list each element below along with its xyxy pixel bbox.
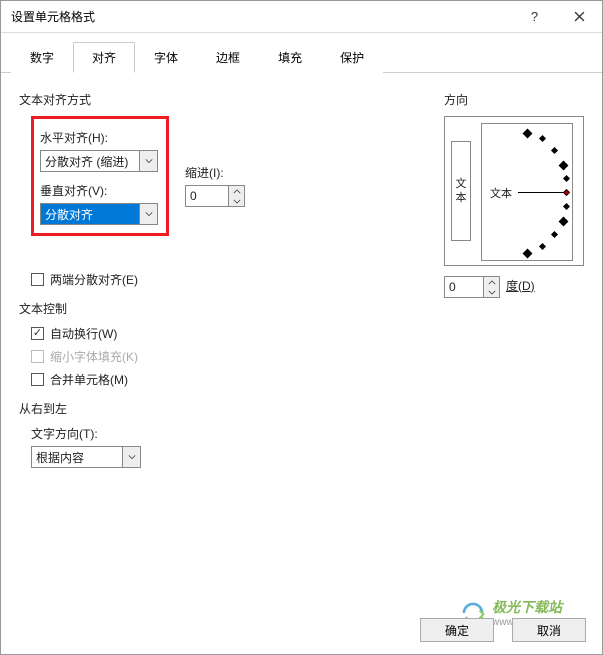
help-button[interactable]: ? — [512, 2, 557, 32]
checkbox-label: 缩小字体填充(K) — [50, 348, 138, 365]
orientation-dot — [523, 249, 533, 259]
orientation-dot — [539, 243, 546, 250]
group-text-align: 文本对齐方式 — [19, 91, 424, 108]
orientation-text-label: 文本 — [490, 185, 512, 201]
orientation-dot — [523, 129, 533, 139]
checkbox-wrap[interactable]: 自动换行(W) — [31, 325, 424, 342]
tab-protect[interactable]: 保护 — [321, 42, 383, 73]
checkbox-shrink: 缩小字体填充(K) — [31, 348, 424, 365]
orientation-dot — [563, 175, 570, 182]
combo-v-align-value: 分散对齐 — [41, 204, 139, 224]
label-indent: 缩进(I): — [185, 164, 245, 181]
tab-border[interactable]: 边框 — [197, 42, 259, 73]
combo-text-direction[interactable]: 根据内容 — [31, 446, 141, 468]
orientation-dot — [551, 231, 558, 238]
spinner-indent-value: 0 — [186, 186, 228, 206]
group-text-control: 文本控制 — [19, 300, 424, 317]
tab-number[interactable]: 数字 — [11, 42, 73, 73]
window-title: 设置单元格格式 — [11, 8, 512, 25]
spinner-down-icon[interactable] — [484, 287, 499, 297]
combo-h-align[interactable]: 分散对齐 (缩进) — [40, 150, 158, 172]
spinner-up-icon[interactable] — [229, 186, 244, 196]
tab-alignment[interactable]: 对齐 — [73, 42, 135, 73]
orientation-dot — [559, 161, 569, 171]
watermark-text: 极光下载站 — [492, 597, 562, 617]
spinner-indent[interactable]: 0 — [185, 185, 245, 207]
orientation-dot — [539, 135, 546, 142]
label-text-direction: 文字方向(T): — [31, 425, 424, 442]
tab-font[interactable]: 字体 — [135, 42, 197, 73]
orientation-vertical-text[interactable]: 文 本 — [451, 141, 471, 241]
combo-text-direction-value: 根据内容 — [32, 447, 122, 467]
close-icon — [574, 11, 585, 22]
checkbox-label: 合并单元格(M) — [50, 371, 128, 388]
chevron-down-icon[interactable] — [139, 151, 157, 171]
orientation-dot — [563, 203, 570, 210]
group-orientation: 方向 — [444, 91, 584, 108]
cancel-button[interactable]: 取消 — [512, 618, 586, 642]
spinner-down-icon[interactable] — [229, 196, 244, 206]
chevron-down-icon[interactable] — [139, 204, 157, 224]
orientation-dial[interactable]: 文本 — [481, 123, 573, 261]
tab-fill[interactable]: 填充 — [259, 42, 321, 73]
checkbox-icon — [31, 327, 44, 340]
highlight-box: 水平对齐(H): 分散对齐 (缩进) 垂直对齐(V): 分散对齐 — [31, 116, 169, 236]
checkbox-icon — [31, 373, 44, 386]
combo-v-align[interactable]: 分散对齐 — [40, 203, 158, 225]
close-button[interactable] — [557, 2, 602, 32]
ok-button[interactable]: 确定 — [420, 618, 494, 642]
checkbox-justify-distributed[interactable]: 两端分散对齐(E) — [31, 271, 424, 288]
checkbox-merge[interactable]: 合并单元格(M) — [31, 371, 424, 388]
orientation-control[interactable]: 文 本 文本 — [444, 116, 584, 266]
checkbox-label: 自动换行(W) — [50, 325, 117, 342]
label-v-align: 垂直对齐(V): — [40, 182, 160, 199]
tab-bar: 数字 对齐 字体 边框 填充 保护 — [1, 33, 602, 73]
label-h-align: 水平对齐(H): — [40, 129, 160, 146]
combo-h-align-value: 分散对齐 (缩进) — [41, 151, 139, 171]
orientation-line — [518, 192, 564, 193]
checkbox-icon — [31, 273, 44, 286]
chevron-down-icon[interactable] — [122, 447, 140, 467]
spinner-degrees-value: 0 — [445, 277, 483, 297]
checkbox-icon — [31, 350, 44, 363]
orientation-pointer — [563, 189, 570, 196]
orientation-dot — [551, 147, 558, 154]
spinner-up-icon[interactable] — [484, 277, 499, 287]
group-rtl: 从右到左 — [19, 400, 424, 417]
orientation-dot — [559, 217, 569, 227]
spinner-degrees[interactable]: 0 — [444, 276, 500, 298]
label-degrees: 度(D) — [506, 277, 535, 294]
checkbox-label: 两端分散对齐(E) — [50, 271, 138, 288]
